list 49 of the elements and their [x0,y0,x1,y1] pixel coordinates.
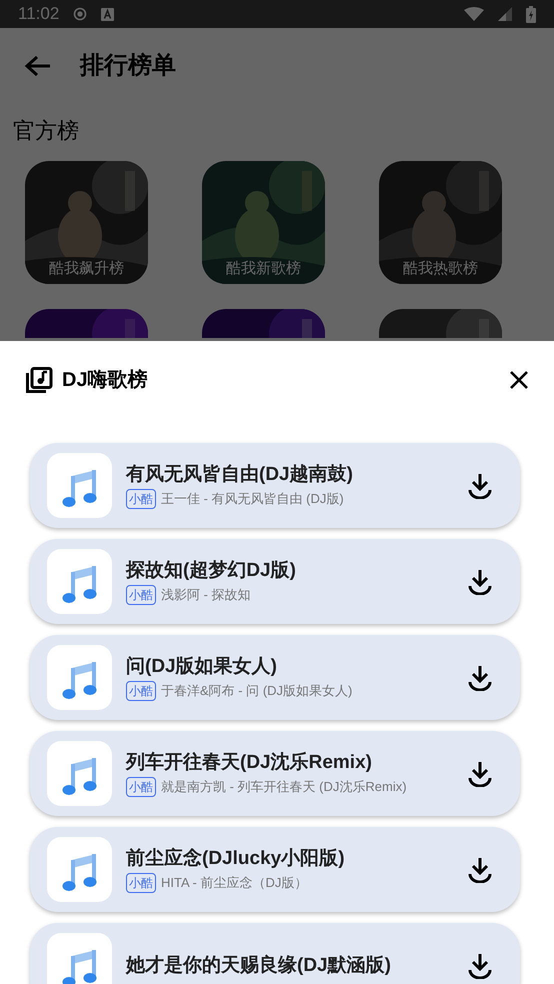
song-title: 前尘应念(DJlucky小阳版) [126,846,346,870]
song-card[interactable]: 她才是你的天赐良缘(DJ默涵版) [30,923,520,984]
source-tag: 小酷 [126,872,156,892]
signal-icon [498,7,512,21]
song-title: 探故知(超梦幻DJ版) [126,558,297,582]
status-time: 11:02 [18,3,60,26]
playlist-icon [26,367,53,393]
battery-icon [526,6,536,22]
download-icon[interactable] [468,760,492,786]
song-thumbnail [47,549,112,614]
source-tag: 小酷 [126,584,156,604]
close-icon[interactable] [510,371,528,389]
song-subtitle: HITA - 前尘应念（DJ版） [161,874,308,892]
song-subtitle: 王一佳 - 有风无风皆自由 (DJ版) [161,490,344,508]
song-thumbnail [47,453,112,518]
song-subtitle: 就是南方凯 - 列车开往春天 (DJ沈乐Remix) [161,778,407,796]
song-title: 列车开往春天(DJ沈乐Remix) [126,750,373,774]
download-icon[interactable] [468,952,492,978]
page-title: 排行榜单 [80,51,176,81]
chart-label: 酷我热歌榜 [403,258,478,278]
chart-label: 酷我飙升榜 [49,258,124,278]
download-icon[interactable] [468,856,492,882]
song-subtitle: 浅影阿 - 探故知 [161,586,251,604]
song-card[interactable]: 前尘应念(DJlucky小阳版) 小酷 HITA - 前尘应念（DJ版） [30,827,520,912]
source-tag: 小酷 [126,680,156,700]
song-subtitle: 于春洋&阿布 - 问 (DJ版如果女人) [161,682,352,700]
chart-label: 酷我新歌榜 [226,258,301,278]
song-thumbnail [47,741,112,806]
song-title: 她才是你的天赐良缘(DJ默涵版) [126,954,392,978]
song-title: 有风无风皆自由(DJ越南鼓) [126,462,354,486]
download-icon[interactable] [468,568,492,594]
wifi-icon [464,7,484,21]
sheet-title: DJ嗨歌榜 [62,368,148,393]
song-title: 问(DJ版如果女人) [126,654,278,678]
download-icon[interactable] [468,472,492,498]
source-tag: 小酷 [126,488,156,508]
back-icon[interactable] [24,54,52,78]
source-tag: 小酷 [126,776,156,796]
song-card[interactable]: 问(DJ版如果女人) 小酷 于春洋&阿布 - 问 (DJ版如果女人) [30,635,520,720]
song-card[interactable]: 列车开往春天(DJ沈乐Remix) 小酷 就是南方凯 - 列车开往春天 (DJ沈乐Remix) [30,731,520,816]
section-title: 官方榜 [12,117,80,145]
song-thumbnail [47,645,112,710]
song-thumbnail [47,933,112,984]
song-thumbnail [47,837,112,902]
song-card[interactable]: 探故知(超梦幻DJ版) 小酷 浅影阿 - 探故知 [30,539,520,624]
keyboard-icon [101,8,114,20]
download-icon[interactable] [468,664,492,690]
record-icon [73,7,88,21]
song-card[interactable]: 有风无风皆自由(DJ越南鼓) 小酷 王一佳 - 有风无风皆自由 (DJ版) [30,443,520,528]
